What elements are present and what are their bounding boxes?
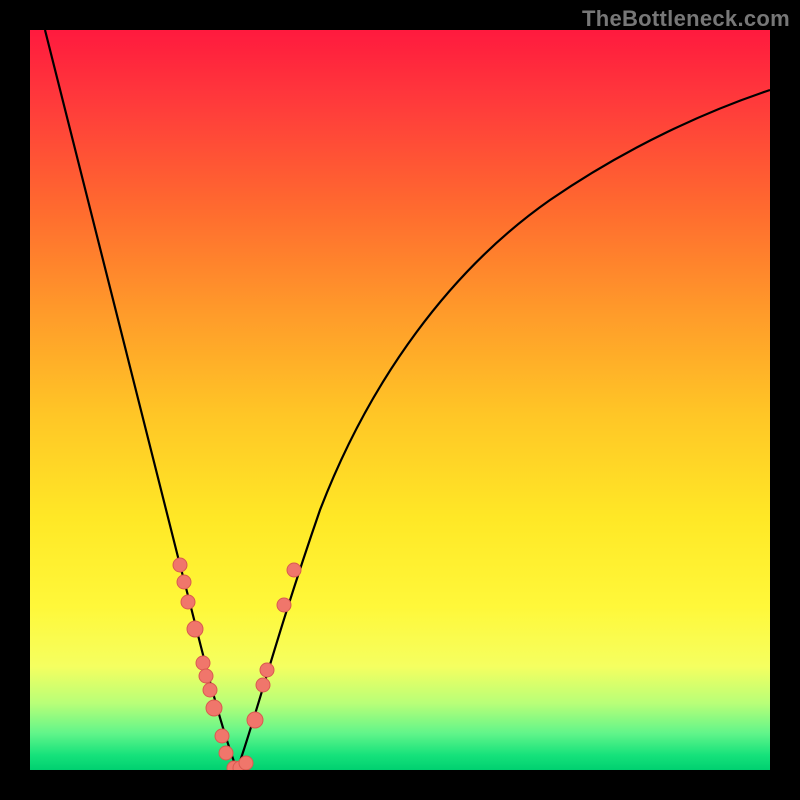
data-dot <box>239 756 253 770</box>
data-dot <box>256 678 270 692</box>
data-dot <box>277 598 291 612</box>
watermark-text: TheBottleneck.com <box>582 6 790 32</box>
data-dot <box>215 729 229 743</box>
data-dot <box>287 563 301 577</box>
data-dot <box>206 700 222 716</box>
data-dot <box>187 621 203 637</box>
curve-layer <box>30 30 770 770</box>
right-branch-path <box>237 90 770 770</box>
scatter-dots <box>173 558 301 770</box>
data-dot <box>219 746 233 760</box>
data-dot <box>199 669 213 683</box>
data-dot <box>173 558 187 572</box>
chart-frame: TheBottleneck.com <box>0 0 800 800</box>
data-dot <box>203 683 217 697</box>
data-dot <box>260 663 274 677</box>
plot-area <box>30 30 770 770</box>
data-dot <box>196 656 210 670</box>
data-dot <box>177 575 191 589</box>
data-dot <box>247 712 263 728</box>
data-dot <box>181 595 195 609</box>
